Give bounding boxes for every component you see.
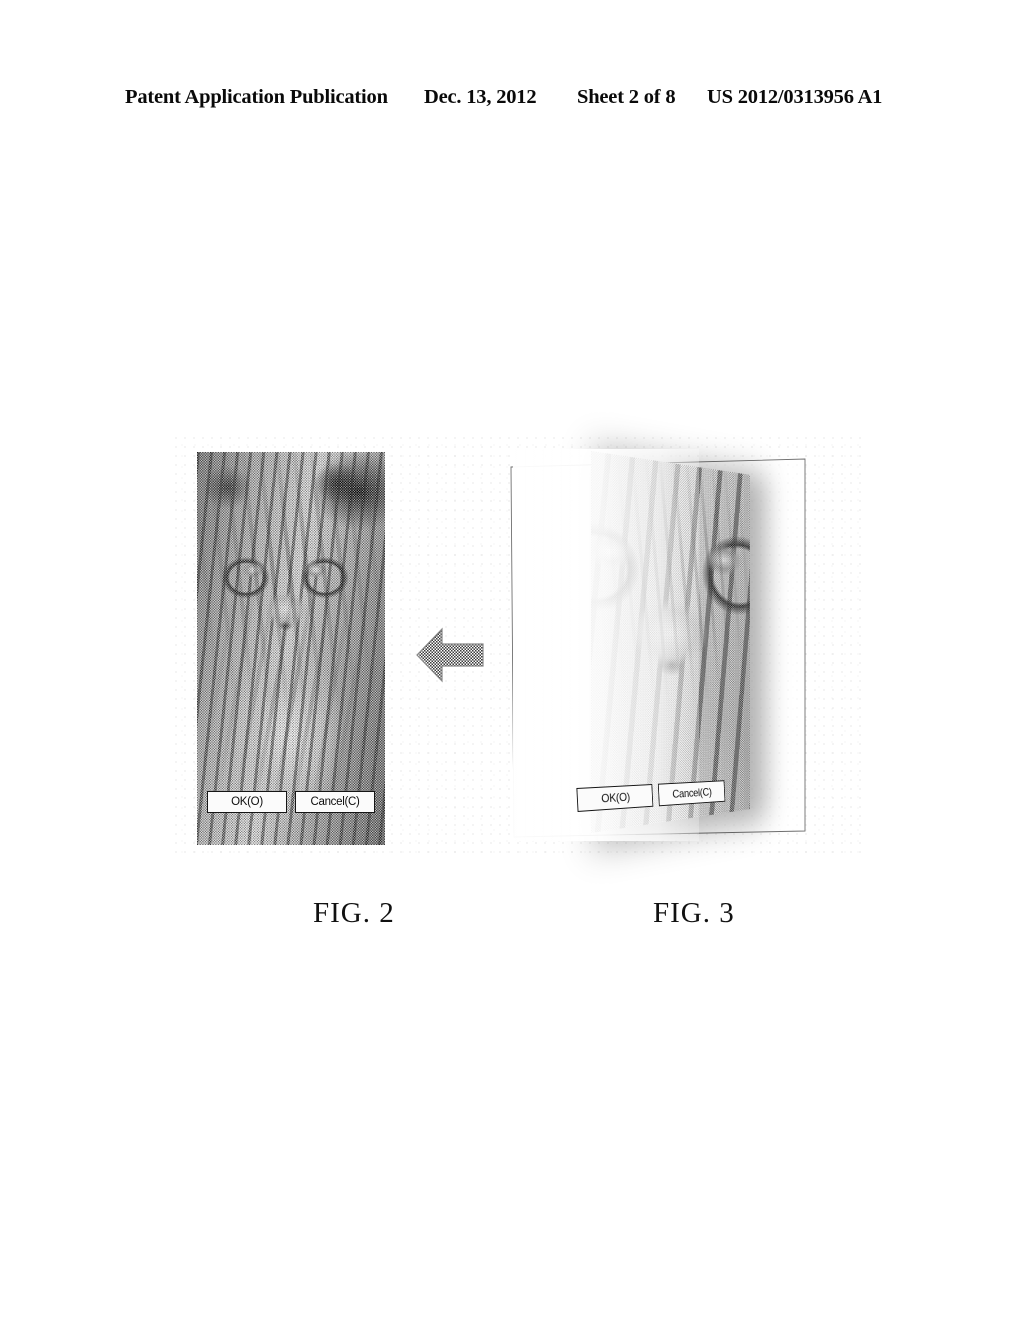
header-publication-date: Dec. 13, 2012 — [424, 86, 537, 108]
fig2-dialog-window: OK(O) Cancel(C) — [197, 452, 385, 845]
figure-stage: OK(O) Cancel(C) OK(O) Cancel(C) — [175, 437, 865, 857]
tiger-photograph — [197, 452, 385, 845]
fig3-dialog-window: OK(O) Cancel(C) — [505, 445, 855, 850]
tiger-photograph — [591, 451, 750, 833]
page-header: Patent Application Publication Dec. 13, … — [0, 86, 1024, 116]
header-publication-title: Patent Application Publication — [125, 86, 388, 108]
left-arrow-icon — [415, 620, 485, 690]
header-sheet-number: Sheet 2 of 8 — [577, 86, 676, 108]
fig3-tiger-photograph-skewed — [591, 451, 750, 833]
fig2-caption: FIG. 2 — [313, 897, 395, 929]
fig2-button-row: OK(O) Cancel(C) — [207, 791, 375, 813]
header-patent-number: US 2012/0313956 A1 — [707, 86, 883, 108]
fig2-ok-button[interactable]: OK(O) — [207, 791, 287, 813]
fig3-caption: FIG. 3 — [653, 897, 735, 929]
fig2-cancel-button[interactable]: Cancel(C) — [295, 791, 375, 813]
